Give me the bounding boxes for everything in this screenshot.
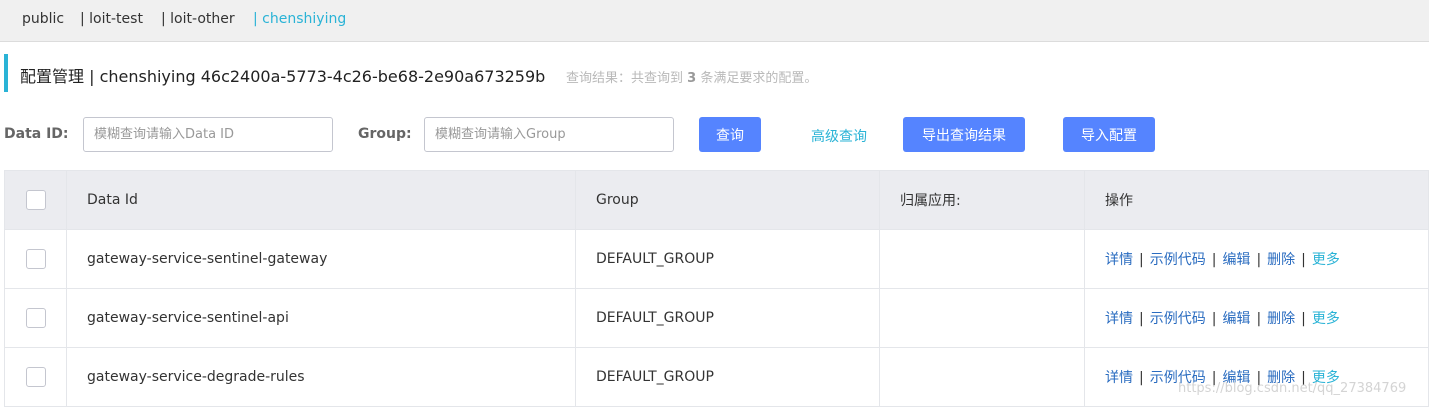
edit-link[interactable]: 编辑 [1222, 252, 1250, 268]
header-select-all-cell [4, 170, 67, 230]
more-link[interactable]: 更多 [1312, 311, 1340, 327]
row-select-cell [4, 347, 67, 407]
action-separator: | [1301, 311, 1306, 327]
cell-app [879, 347, 1085, 407]
action-separator: | [1139, 252, 1144, 268]
column-header-group: Group [575, 170, 880, 230]
data-id-input[interactable] [83, 117, 333, 152]
action-separator: | [1301, 252, 1306, 268]
cell-data-id: gateway-service-sentinel-api [66, 288, 576, 348]
row-select-cell [4, 288, 67, 348]
table-row: gateway-service-degrade-rules DEFAULT_GR… [4, 347, 1429, 407]
cell-app [879, 288, 1085, 348]
action-separator: | [1139, 311, 1144, 327]
cell-app [879, 229, 1085, 289]
namespace-chenshiying[interactable]: | chenshiying [253, 11, 346, 27]
column-header-app: 归属应用: [879, 170, 1085, 230]
title-accent-bar [4, 54, 8, 92]
row-checkbox[interactable] [25, 308, 46, 328]
namespace-loit-other[interactable]: | loit-other [161, 11, 235, 27]
detail-link[interactable]: 详情 [1105, 370, 1133, 386]
cell-actions: 详情 | 示例代码 | 编辑 | 删除 | 更多 [1084, 229, 1429, 289]
watermark: https://blog.csdn.net/qq_27384769 [1178, 381, 1407, 396]
query-result-prefix: 查询结果：共查询到 [566, 71, 684, 86]
cell-group: DEFAULT_GROUP [575, 347, 880, 407]
namespace-bar: public | loit-test | loit-other | chensh… [0, 0, 1429, 42]
cell-data-id: gateway-service-sentinel-gateway [66, 229, 576, 289]
cell-group: DEFAULT_GROUP [575, 229, 880, 289]
delete-link[interactable]: 删除 [1267, 311, 1295, 327]
sample-code-link[interactable]: 示例代码 [1150, 311, 1206, 327]
table-header-row: Data Id Group 归属应用: 操作 [4, 170, 1429, 230]
query-button[interactable]: 查询 [699, 117, 761, 152]
detail-link[interactable]: 详情 [1105, 311, 1133, 327]
action-separator: | [1256, 252, 1262, 268]
sample-code-link[interactable]: 示例代码 [1150, 252, 1206, 268]
select-all-checkbox[interactable] [25, 190, 46, 210]
config-table: Data Id Group 归属应用: 操作 gateway-service-s… [4, 170, 1429, 407]
page-title: 配置管理 | chenshiying 46c2400a-5773-4c26-be… [20, 67, 546, 86]
namespace-public[interactable]: public [22, 11, 64, 27]
advanced-query-link[interactable]: 高级查询 [811, 126, 867, 146]
query-result-suffix: 条满足要求的配置。 [700, 71, 818, 86]
row-checkbox[interactable] [25, 249, 46, 269]
detail-link[interactable]: 详情 [1105, 252, 1133, 268]
group-label: Group: [358, 126, 412, 142]
import-config-button[interactable]: 导入配置 [1063, 117, 1155, 152]
cell-actions: 详情 | 示例代码 | 编辑 | 删除 | 更多 [1084, 288, 1429, 348]
column-header-data-id: Data Id [66, 170, 576, 230]
column-header-actions: 操作 [1084, 170, 1429, 230]
group-input[interactable] [424, 117, 674, 152]
cell-actions: 详情 | 示例代码 | 编辑 | 删除 | 更多 [1084, 347, 1429, 407]
row-checkbox[interactable] [25, 367, 46, 387]
query-result-count: 3 [687, 71, 697, 86]
cell-group: DEFAULT_GROUP [575, 288, 880, 348]
query-result-summary: 查询结果：共查询到 3 条满足要求的配置。 [566, 67, 817, 86]
data-id-label: Data ID: [4, 126, 69, 142]
delete-link[interactable]: 删除 [1267, 252, 1295, 268]
action-separator: | [1139, 370, 1144, 386]
action-separator: | [1211, 311, 1217, 327]
row-select-cell [4, 229, 67, 289]
edit-link[interactable]: 编辑 [1222, 311, 1250, 327]
cell-data-id: gateway-service-degrade-rules [66, 347, 576, 407]
more-link[interactable]: 更多 [1312, 252, 1340, 268]
table-row: gateway-service-sentinel-api DEFAULT_GRO… [4, 288, 1429, 348]
namespace-loit-test[interactable]: | loit-test [80, 11, 143, 27]
table-row: gateway-service-sentinel-gateway DEFAULT… [4, 229, 1429, 289]
export-results-button[interactable]: 导出查询结果 [903, 117, 1025, 152]
action-separator: | [1256, 311, 1262, 327]
action-separator: | [1211, 252, 1217, 268]
